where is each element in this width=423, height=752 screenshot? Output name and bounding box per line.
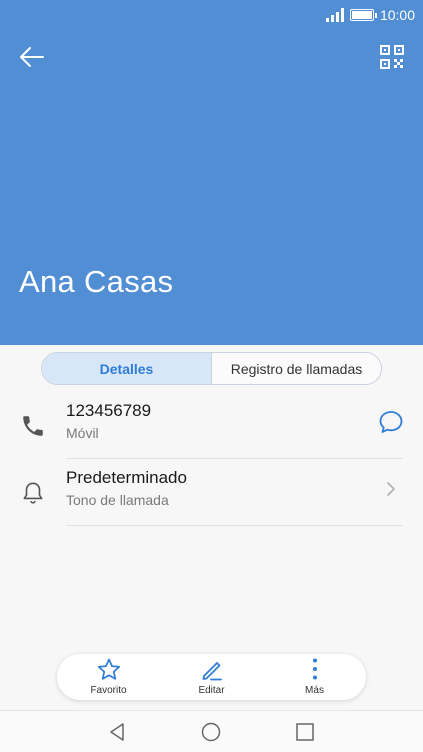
circle-home-icon: [201, 722, 221, 742]
row-divider: [66, 458, 403, 459]
send-message-button[interactable]: [377, 408, 405, 436]
phone-number-row[interactable]: 123456789 Móvil: [0, 393, 423, 459]
favorite-label: Favorito: [90, 685, 127, 696]
tab-details[interactable]: Detalles: [42, 353, 212, 384]
signal-icon: [325, 8, 344, 22]
nav-back-button[interactable]: [106, 721, 128, 743]
triangle-back-icon: [110, 723, 124, 741]
back-button[interactable]: [16, 42, 48, 72]
nav-home-button[interactable]: [200, 721, 222, 743]
tab-call-log[interactable]: Registro de llamadas: [212, 353, 381, 384]
chevron-right-icon: [387, 482, 395, 496]
qr-code-icon: [380, 45, 404, 69]
more-vertical-icon: [312, 658, 317, 680]
system-navigation-bar: [0, 710, 423, 752]
more-label: Más: [305, 685, 324, 696]
phone-type: Móvil: [66, 425, 99, 441]
qr-code-button[interactable]: [379, 44, 405, 70]
square-recents-icon: [296, 723, 314, 741]
contact-header: 10:00 Ana Casas: [0, 0, 423, 345]
ringtone-label: Tono de llamada: [66, 492, 169, 508]
more-button[interactable]: Más: [263, 654, 366, 700]
battery-icon: [349, 9, 377, 21]
bell-icon: [23, 482, 43, 504]
ringtone-value: Predeterminado: [66, 468, 187, 487]
pencil-icon: [202, 662, 222, 681]
favorite-button[interactable]: Favorito: [57, 654, 160, 700]
phone-icon: [23, 416, 43, 436]
row-divider: [66, 525, 403, 526]
status-bar: 10:00: [0, 0, 423, 30]
status-time: 10:00: [379, 7, 415, 23]
tab-bar: Detalles Registro de llamadas: [41, 352, 382, 385]
message-icon: [379, 411, 403, 433]
ringtone-row[interactable]: Predeterminado Tono de llamada: [0, 460, 423, 526]
contact-action-bar: Favorito Editar Más: [57, 654, 366, 700]
edit-button[interactable]: Editar: [160, 654, 263, 700]
contact-name: Ana Casas: [19, 264, 174, 299]
edit-label: Editar: [198, 685, 225, 696]
star-icon: [97, 658, 120, 680]
ringtone-chevron[interactable]: [377, 475, 405, 503]
phone-number: 123456789: [66, 401, 152, 420]
arrow-left-icon: [20, 47, 44, 67]
nav-recents-button[interactable]: [294, 721, 316, 743]
